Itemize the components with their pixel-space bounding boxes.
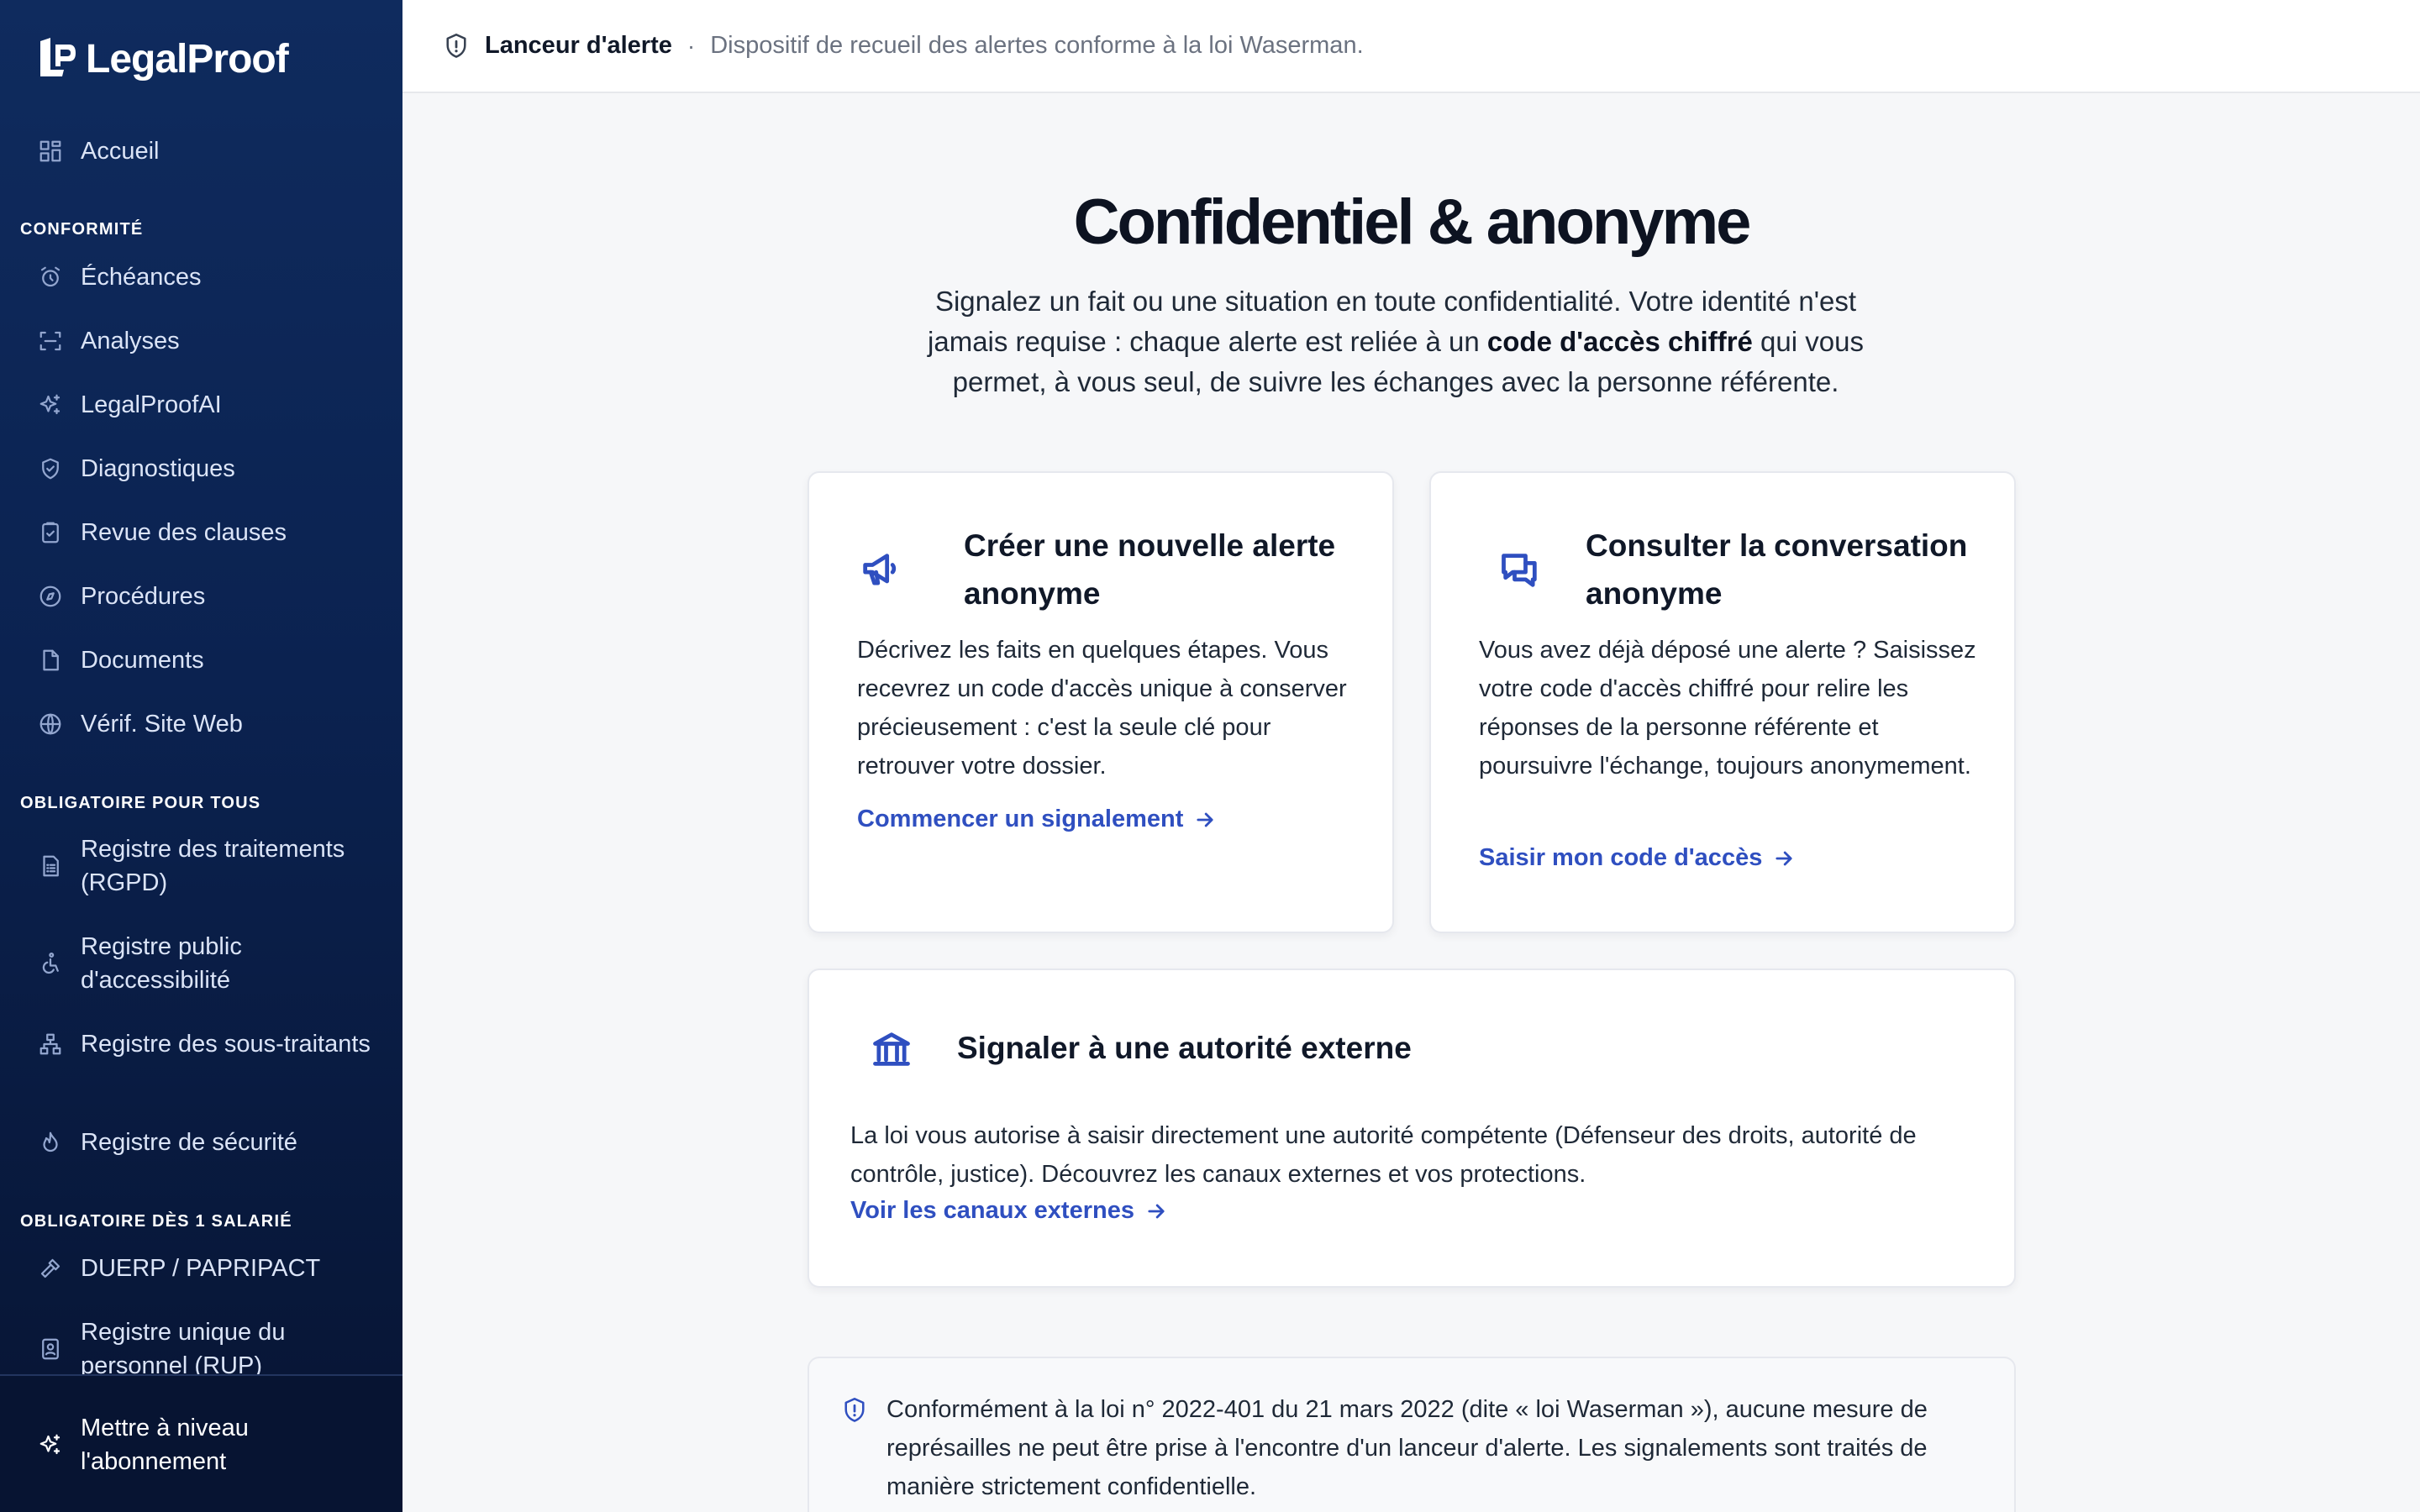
arrow-right-icon [1776, 851, 1792, 865]
logo-icon [40, 38, 76, 76]
start-report-label: Commencer un signalement [857, 806, 1184, 832]
sidebar-item-label: Procédures [81, 582, 206, 610]
sidebar-item-label: Registre des traitements (RGPD) [81, 836, 345, 896]
main-content[interactable]: Confidentiel & anonyme Signalez un fait … [402, 93, 2420, 1512]
upgrade-subscription-button[interactable]: Mettre à niveau l'abonnement [37, 1411, 339, 1478]
sidebar-item-revue-clauses[interactable]: Revue des clauses [37, 516, 390, 549]
new-alert-title: Créer une nouvelle alerte anonyme [964, 528, 1336, 611]
alarm-clock-icon [37, 264, 64, 291]
page-title: Lanceur d'alerte [485, 32, 672, 59]
sidebar-item-duerp[interactable]: DUERP / PAPRIPACT [37, 1252, 390, 1285]
sidebar-item-label: Analyses [81, 327, 180, 354]
sidebar-item-diagnostiques[interactable]: Diagnostiques [37, 452, 390, 486]
sidebar-item-label: Revue des clauses [81, 518, 287, 546]
legal-notice-text: Conformément à la loi n° 2022-401 du 21 … [886, 1396, 1928, 1500]
id-badge-icon [37, 1336, 64, 1362]
enter-access-code-label: Saisir mon code d'accès [1479, 844, 1763, 871]
sidebar-item-verif-site-web[interactable]: Vérif. Site Web [37, 707, 390, 741]
app: LegalProof Accueil CONFORMITÉ Échéances … [0, 0, 2420, 1512]
sidebar-item-registre-sous-traitants[interactable]: Registre des sous-traitants [37, 1027, 373, 1061]
sidebar-item-label: Diagnostiques [81, 454, 235, 482]
sidebar-item-label: Registre unique du personnel (RUP) [81, 1319, 286, 1374]
conversation-card[interactable]: Consulter la conversation anonyme Vous a… [1429, 471, 2016, 933]
megaphone-icon [858, 549, 902, 592]
sidebar-footer: Mettre à niveau l'abonnement [0, 1374, 402, 1512]
enter-access-code-link[interactable]: Saisir mon code d'accès [1479, 844, 1796, 872]
sidebar-item-label: DUERP / PAPRIPACT [81, 1254, 321, 1282]
external-channels-label: Voir les canaux externes [850, 1197, 1134, 1224]
sidebar-item-label: Registre public d'accessibilité [81, 933, 242, 994]
hero-text-emphasis: code d'accès chiffré [1486, 326, 1753, 357]
hierarchy-icon [37, 1031, 64, 1058]
sidebar-item-label: Accueil [81, 137, 160, 165]
sidebar-item-rup[interactable]: Registre unique du personnel (RUP) [37, 1315, 373, 1374]
sidebar-nav[interactable]: LegalProof Accueil CONFORMITÉ Échéances … [0, 0, 402, 1375]
sidebar-item-legalproofai[interactable]: LegalProofAI [37, 388, 390, 422]
sidebar-item-label: Échéances [81, 263, 202, 291]
institution-icon [870, 1027, 913, 1071]
sidebar-item-procedures[interactable]: Procédures [37, 580, 390, 613]
sidebar-item-label: LegalProofAI [81, 391, 222, 418]
sidebar-item-label: Registre de sécurité [81, 1128, 297, 1156]
arrow-right-icon [1148, 1204, 1165, 1218]
shield-icon [446, 33, 466, 58]
sidebar-item-label: Vérif. Site Web [81, 710, 243, 738]
shield-check-icon [37, 455, 64, 482]
conversation-text: Vous avez déjà déposé une alerte ? Saisi… [1479, 637, 1976, 780]
file-list-icon [37, 853, 64, 879]
start-report-link[interactable]: Commencer un signalement [857, 806, 1217, 833]
sparkles-icon [37, 1431, 64, 1458]
section-label-obligatoire-salarie: OBLIGATOIRE DÈS 1 SALARIÉ [20, 1212, 292, 1231]
new-alert-text: Décrivez les faits en quelques étapes. V… [857, 637, 1347, 780]
upgrade-label: Mettre à niveau l'abonnement [81, 1415, 249, 1475]
external-authority-card[interactable]: Signaler à une autorité externe La loi v… [808, 969, 2016, 1288]
sparkles-icon [37, 391, 64, 418]
hero-title: Confidentiel & anonyme [1073, 186, 1752, 258]
sidebar-item-accueil[interactable]: Accueil [37, 134, 390, 168]
sidebar-item-registre-traitements[interactable]: Registre des traitements (RGPD) [37, 832, 373, 900]
header-separator: · [687, 32, 696, 59]
clipboard-check-icon [37, 519, 64, 546]
conversation-title: Consulter la conversation anonyme [1586, 528, 1968, 611]
dashboard-icon [37, 138, 64, 165]
hammer-icon [37, 1255, 64, 1282]
external-channels-link[interactable]: Voir les canaux externes [850, 1197, 1168, 1225]
globe-icon [37, 711, 64, 738]
sidebar: LegalProof Accueil CONFORMITÉ Échéances … [0, 0, 402, 1512]
logo[interactable]: LegalProof [34, 34, 289, 84]
sidebar-item-analyses[interactable]: Analyses [37, 324, 390, 358]
page-subtitle: Dispositif de recueil des alertes confor… [710, 32, 1364, 59]
accessibility-icon [37, 950, 64, 977]
sidebar-item-registre-accessibilite[interactable]: Registre public d'accessibilité [37, 930, 373, 997]
external-authority-text: La loi vous autorise à saisir directemen… [850, 1122, 1917, 1188]
arrow-right-icon [1197, 812, 1213, 827]
sidebar-item-label: Documents [81, 646, 204, 674]
top-header: Lanceur d'alerte · Dispositif de recueil… [402, 0, 2420, 93]
document-icon [37, 647, 64, 674]
section-label-conformite: CONFORMITÉ [20, 220, 144, 239]
legal-notice: Conformément à la loi n° 2022-401 du 21 … [808, 1357, 2016, 1512]
brand-name: LegalProof [86, 36, 289, 81]
sidebar-item-registre-securite[interactable]: Registre de sécurité [37, 1126, 390, 1159]
chat-bubbles-icon [1498, 549, 1542, 592]
external-authority-title: Signaler à une autorité externe [957, 1031, 1412, 1065]
hero-description: Signalez un fait ou une situation en tou… [923, 281, 1868, 402]
sidebar-item-label: Registre des sous-traitants [81, 1031, 371, 1058]
scan-icon [37, 328, 64, 354]
compass-icon [37, 583, 64, 610]
sidebar-item-documents[interactable]: Documents [37, 643, 390, 677]
sidebar-item-echeances[interactable]: Échéances [37, 260, 390, 294]
shield-icon [844, 1398, 865, 1422]
new-alert-card[interactable]: Créer une nouvelle alerte anonyme Décriv… [808, 471, 1394, 933]
flame-icon [37, 1129, 64, 1156]
section-label-obligatoire-tous: OBLIGATOIRE POUR TOUS [20, 794, 261, 812]
